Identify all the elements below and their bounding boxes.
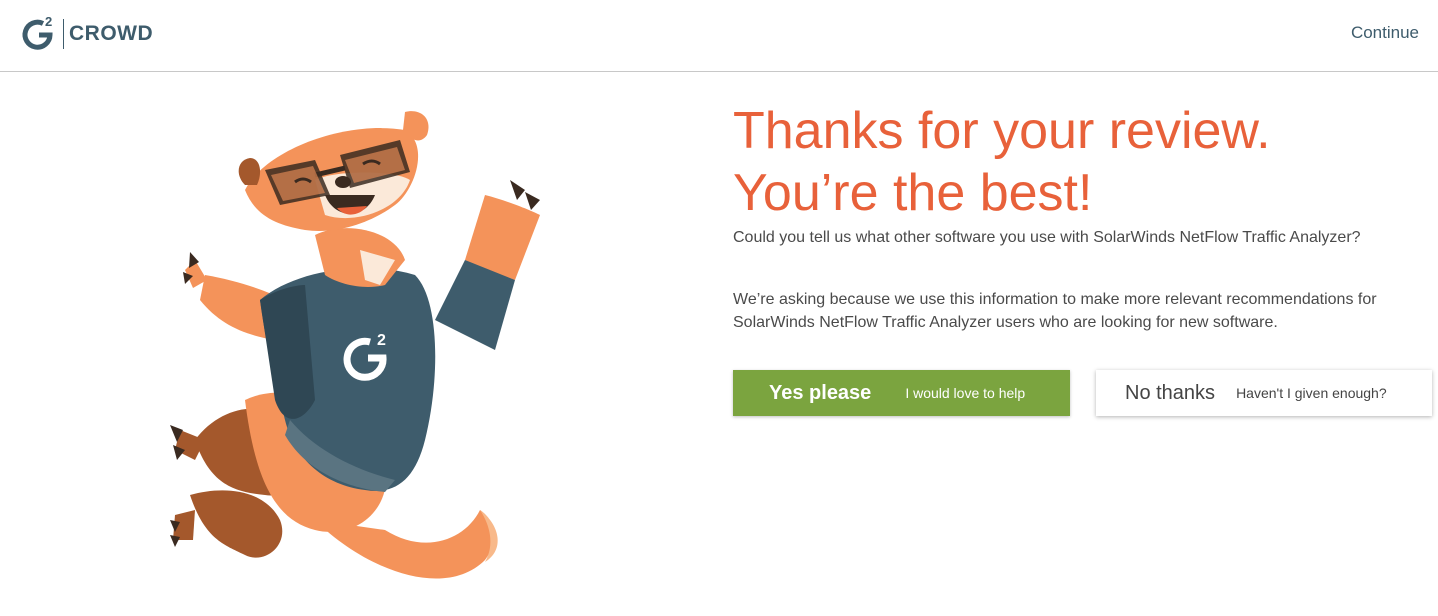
- page-title: Thanks for your review. You’re the best!: [733, 100, 1433, 224]
- thank-you-panel: Thanks for your review. You’re the best!…: [733, 100, 1433, 416]
- no-thanks-button[interactable]: No thanks Haven't I given enough?: [1096, 370, 1432, 416]
- top-bar: 2 CROWD Continue: [0, 0, 1438, 72]
- yes-please-button[interactable]: Yes please I would love to help: [733, 370, 1070, 416]
- logo-text: CROWD: [69, 22, 154, 45]
- yes-button-sublabel: I would love to help: [905, 385, 1026, 401]
- headline-line-2: You’re the best!: [733, 164, 1093, 222]
- no-button-label: No thanks: [1125, 381, 1216, 404]
- svg-text:2: 2: [45, 15, 52, 29]
- explanation-text: We’re asking because we use this informa…: [733, 291, 1377, 331]
- yes-button-label: Yes please: [769, 381, 872, 404]
- g2-logo-icon: 2: [20, 14, 58, 53]
- response-buttons: Yes please I would love to help No thank…: [733, 370, 1432, 416]
- continue-link[interactable]: Continue: [1351, 23, 1419, 43]
- headline-line-1: Thanks for your review.: [733, 102, 1271, 160]
- ferret-mascot-icon: 2: [165, 100, 565, 605]
- no-button-sublabel: Haven't I given enough?: [1236, 385, 1387, 401]
- svg-text:2: 2: [377, 332, 386, 349]
- question-text: Could you tell us what other software yo…: [733, 229, 1361, 246]
- g2-crowd-logo[interactable]: 2 CROWD: [20, 14, 153, 54]
- logo-divider: [63, 19, 64, 49]
